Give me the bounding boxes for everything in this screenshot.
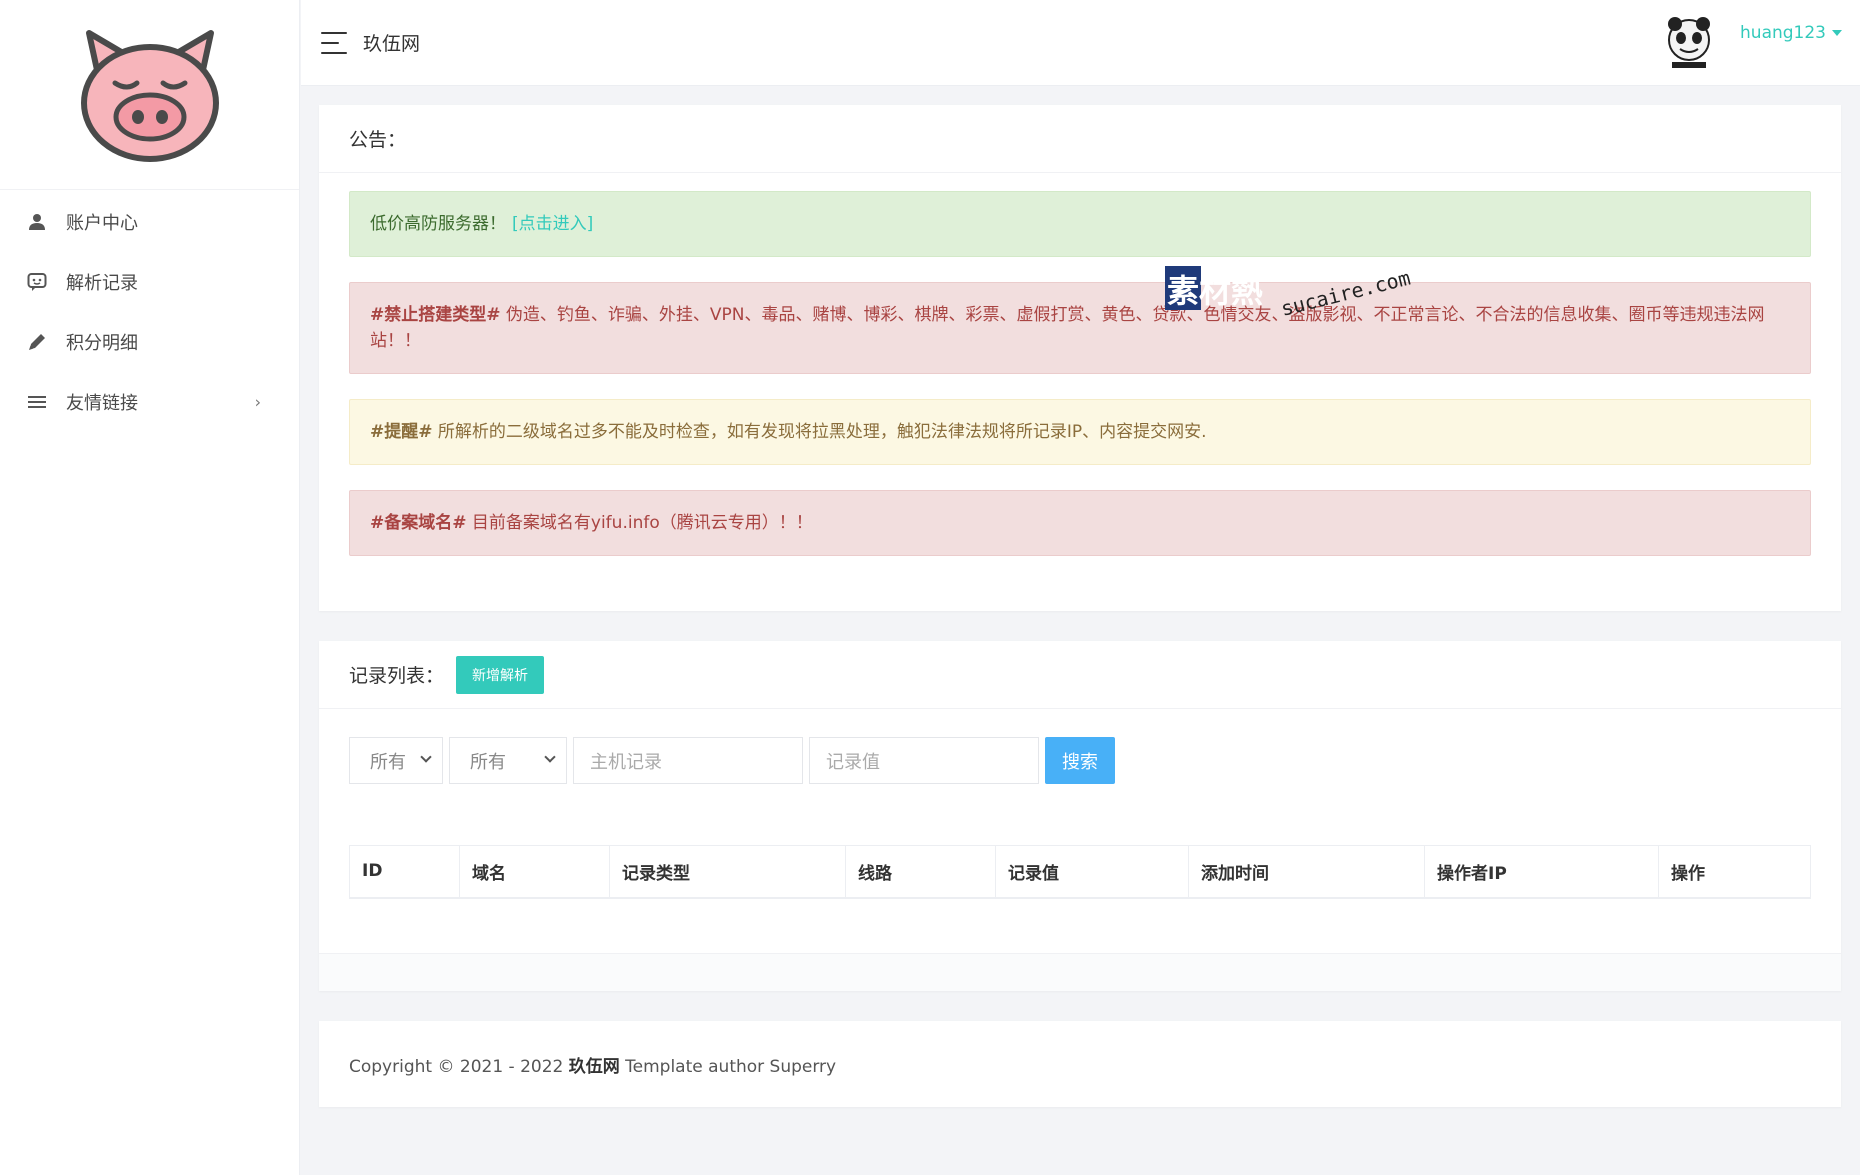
sidebar-item-points[interactable]: 积分明细	[0, 312, 299, 372]
notice-card: 公告： 低价高防服务器！ [点击进入] #禁止搭建类型# 伪造、钓鱼、诈骗、外挂…	[319, 105, 1841, 611]
menu-icon	[26, 391, 48, 413]
copyright-text: Copyright © 2021 - 2022 玖伍网 Template aut…	[349, 1052, 836, 1077]
sidebar-item-label: 积分明细	[66, 333, 138, 354]
line-filter-select[interactable]: 所有	[449, 737, 567, 784]
sidebar-item-links[interactable]: 友情链接 ›	[0, 372, 299, 432]
promo-alert: 低价高防服务器！ [点击进入]	[349, 191, 1811, 257]
records-title: 记录列表：	[349, 665, 445, 687]
ban-text: 伪造、钓鱼、诈骗、外挂、VPN、毒品、赌博、博彩、棋牌、彩票、虚假打赏、黄色、贷…	[370, 305, 1765, 351]
record-alert-content: #备案域名# 目前备案域名有yifu.info（腾讯云专用）！！	[370, 510, 813, 536]
record-tag: #备案域名#	[370, 513, 467, 533]
sidebar-item-label: 解析记录	[66, 273, 138, 294]
remind-text: 所解析的二级域名过多不能及时检查，如有发现将拉黑处理，触犯法律法规将所记录IP、…	[432, 422, 1207, 442]
hamburger-menu-icon[interactable]	[321, 31, 349, 54]
records-footer	[319, 953, 1841, 991]
remind-tag: #提醒#	[370, 422, 433, 442]
record-alert: #备案域名# 目前备案域名有yifu.info（腾讯云专用）！！	[349, 490, 1811, 556]
sidebar-item-records[interactable]: 解析记录	[0, 252, 299, 312]
promo-link[interactable]: [点击进入]	[512, 211, 593, 237]
remind-alert: #提醒# 所解析的二级域名过多不能及时检查，如有发现将拉黑处理，触犯法律法规将所…	[349, 399, 1811, 465]
column-type[interactable]: 记录类型	[609, 845, 846, 899]
site-title: 玖伍网	[363, 33, 421, 55]
sidebar-item-label: 账户中心	[66, 213, 138, 234]
caret-down-icon	[1832, 30, 1842, 36]
filter-bar: 所有 所有 主机记录 记录值 搜索	[349, 737, 1115, 784]
column-id[interactable]: ID	[349, 845, 460, 899]
column-line[interactable]: 线路	[845, 845, 996, 899]
records-header: 记录列表： 新增解析	[319, 641, 1841, 709]
sidebar: 账户中心 解析记录 积分明细 友情链接 ›	[0, 0, 300, 1175]
remind-alert-content: #提醒# 所解析的二级域名过多不能及时检查，如有发现将拉黑处理，触犯法律法规将所…	[370, 419, 1207, 445]
type-filter-select[interactable]: 所有	[349, 737, 443, 784]
chat-icon	[26, 271, 48, 293]
ban-alert-content: #禁止搭建类型# 伪造、钓鱼、诈骗、外挂、VPN、毒品、赌博、博彩、棋牌、彩票、…	[370, 302, 1790, 354]
top-header: 玖伍网 huang123	[301, 0, 1860, 86]
line-filter-value: 所有	[470, 751, 506, 773]
footer: Copyright © 2021 - 2022 玖伍网 Template aut…	[319, 1021, 1841, 1107]
ban-tag: #禁止搭建类型#	[370, 305, 501, 325]
copyright-suffix: Template author Superry	[619, 1056, 837, 1077]
pig-logo-icon	[80, 29, 219, 162]
ban-alert: #禁止搭建类型# 伪造、钓鱼、诈骗、外挂、VPN、毒品、赌博、博彩、棋牌、彩票、…	[349, 282, 1811, 374]
table-header-row: ID 域名 记录类型 线路 记录值 添加时间 操作者IP 操作	[349, 845, 1811, 899]
copyright-prefix: Copyright © 2021 - 2022	[349, 1056, 569, 1077]
type-filter-value: 所有	[370, 751, 406, 773]
avatar	[1668, 17, 1711, 68]
column-time[interactable]: 添加时间	[1188, 845, 1425, 899]
sidebar-nav: 账户中心 解析记录 积分明细 友情链接 ›	[0, 190, 299, 432]
logo[interactable]	[0, 0, 299, 190]
chevron-right-icon: ›	[254, 392, 261, 412]
user-icon	[26, 211, 48, 233]
chevron-down-icon	[544, 751, 556, 763]
pencil-icon	[26, 331, 48, 353]
copyright-site: 玖伍网	[568, 1056, 620, 1077]
column-domain[interactable]: 域名	[459, 845, 610, 899]
notice-title: 公告：	[319, 105, 1841, 173]
column-value[interactable]: 记录值	[995, 845, 1189, 899]
record-value-input[interactable]: 记录值	[809, 737, 1039, 784]
host-record-input[interactable]: 主机记录	[573, 737, 803, 784]
username: huang123	[1740, 23, 1826, 43]
column-action[interactable]: 操作	[1658, 845, 1811, 899]
column-operator-ip[interactable]: 操作者IP	[1424, 845, 1659, 899]
add-record-button[interactable]: 新增解析	[456, 655, 545, 694]
user-menu[interactable]: huang123	[1660, 14, 1842, 72]
chevron-down-icon	[420, 751, 432, 763]
sidebar-item-account[interactable]: 账户中心	[0, 192, 299, 252]
promo-text: 低价高防服务器！	[370, 214, 506, 234]
records-card: 记录列表： 新增解析 所有 所有 主机记录 记录值 搜索 ID 域名 记录类型 …	[319, 641, 1841, 991]
records-table: ID 域名 记录类型 线路 记录值 添加时间 操作者IP 操作	[349, 845, 1811, 899]
search-button[interactable]: 搜索	[1045, 737, 1115, 784]
sidebar-item-label: 友情链接	[66, 393, 138, 414]
record-text: 目前备案域名有yifu.info（腾讯云专用）！！	[466, 513, 813, 533]
